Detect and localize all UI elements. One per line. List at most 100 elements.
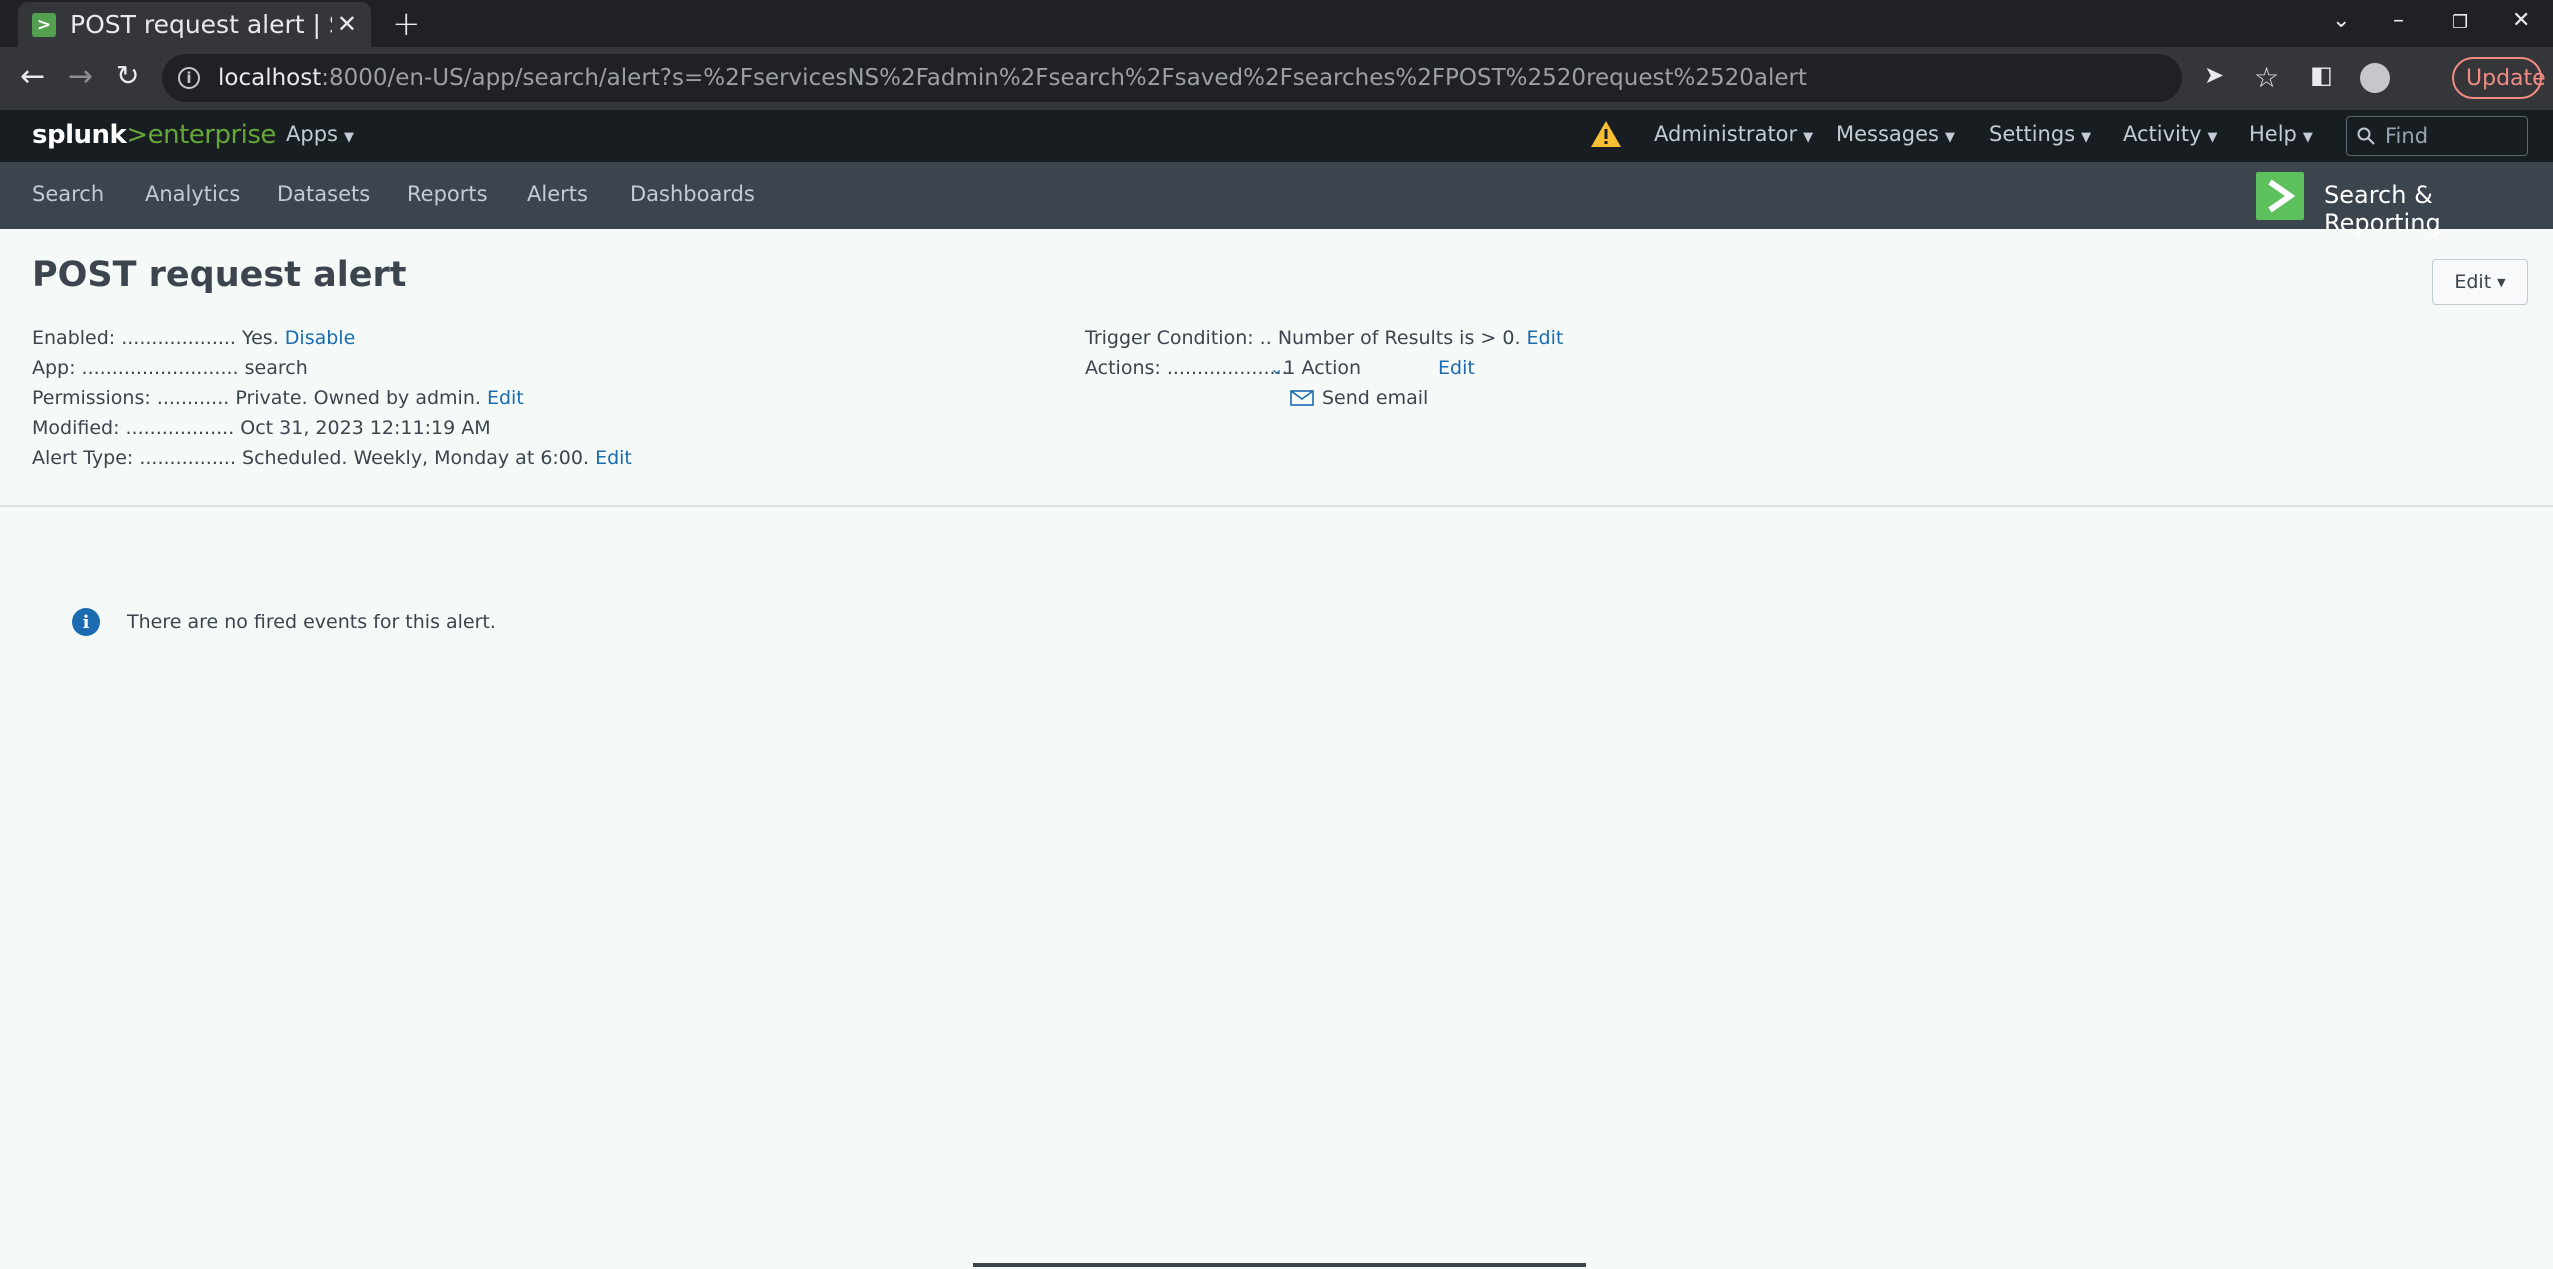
logo-chevron-icon: > (126, 120, 148, 150)
caret-down-icon: ▼ (1944, 130, 1955, 145)
enabled-row: Enabled: ................... Yes. Disabl… (32, 327, 355, 349)
splunk-header: splunk>enterprise Apps ▼ Administrator ▼ M… (0, 110, 2553, 162)
settings-label: Settings (1989, 122, 2076, 146)
logo-enterprise: enterprise (147, 120, 277, 150)
messages-label: Messages (1836, 122, 1939, 146)
find-placeholder: Find (2385, 124, 2429, 148)
caret-down-icon: ▼ (2207, 130, 2218, 145)
reload-icon[interactable]: ↻ (116, 59, 139, 92)
nav-datasets[interactable]: Datasets (277, 182, 370, 206)
no-events-message: There are no fired events for this alert… (127, 611, 496, 633)
administrator-label: Administrator (1654, 122, 1798, 146)
close-tab-icon[interactable]: ✕ (337, 10, 357, 38)
actions-edit-link[interactable]: Edit (1438, 357, 1475, 379)
actions-edit-row: Edit (1438, 357, 1475, 379)
url-host: localhost (218, 65, 322, 91)
permissions-label: Permissions: ............ (32, 387, 230, 409)
caret-down-icon: ▼ (1803, 130, 1814, 145)
permissions-edit-link[interactable]: Edit (487, 387, 524, 409)
app-row: App: .......................... search (32, 357, 308, 379)
app-name[interactable]: Search & Reporting (2324, 181, 2553, 237)
nav-alerts[interactable]: Alerts (527, 182, 588, 206)
chevron-down-icon: ⌄ (1270, 359, 1284, 378)
find-input[interactable]: Find (2346, 116, 2528, 156)
modified-row: Modified: .................. Oct 31, 202… (32, 417, 491, 439)
caret-down-icon: ▼ (2081, 130, 2092, 145)
app-value: search (244, 357, 308, 379)
nav-dashboards[interactable]: Dashboards (630, 182, 755, 206)
browser-tab[interactable]: > POST request alert | Splunk ✕ (18, 2, 371, 47)
trigger-label: Trigger Condition: .. (1085, 327, 1272, 349)
info-icon: i (72, 608, 100, 636)
messages-menu[interactable]: Messages ▼ (1836, 122, 1955, 146)
tab-title: POST request alert | Splunk (70, 10, 332, 39)
caret-down-icon: ▼ (2497, 275, 2506, 289)
app-logo-icon (2256, 172, 2304, 220)
apps-menu[interactable]: Apps ▼ (286, 122, 354, 146)
splunk-favicon-icon: > (32, 12, 56, 37)
alert-type-row: Alert Type: ................ Scheduled. … (32, 447, 632, 469)
trigger-edit-link[interactable]: Edit (1527, 327, 1564, 349)
action-send-email: Send email (1322, 387, 1429, 409)
send-icon[interactable]: ➤ (2204, 61, 2224, 89)
app-label: App: .......................... (32, 357, 239, 379)
url-field[interactable]: i localhost:8000/en-US/app/search/alert?… (162, 54, 2182, 102)
help-label: Help (2249, 122, 2297, 146)
permissions-value: Private. Owned by admin. (235, 387, 481, 409)
search-icon (2357, 127, 2375, 145)
enabled-value: Yes. (242, 327, 279, 349)
warning-icon[interactable] (1590, 119, 1622, 149)
site-info-icon[interactable]: i (178, 67, 200, 89)
help-menu[interactable]: Help ▼ (2249, 122, 2313, 146)
edit-label: Edit (2454, 271, 2492, 293)
forward-icon[interactable]: → (68, 59, 93, 94)
alert-type-label: Alert Type: ................ (32, 447, 236, 469)
administrator-menu[interactable]: Administrator ▼ (1654, 122, 1813, 146)
email-icon (1290, 390, 1314, 406)
new-tab-icon[interactable]: + (392, 4, 421, 44)
nav-search[interactable]: Search (32, 182, 104, 206)
update-label: Update (2466, 65, 2546, 91)
update-button[interactable]: Update ⋮ (2452, 57, 2546, 99)
browser-tab-bar: > POST request alert | Splunk ✕ + ⌄ – ❐ … (0, 0, 2553, 47)
url-path: :8000/en-US/app/search/alert?s=%2Fservic… (321, 65, 1807, 91)
nav-reports[interactable]: Reports (407, 182, 488, 206)
app-nav-bar: Search Analytics Datasets Reports Alerts… (0, 162, 2553, 237)
modified-label: Modified: .................. (32, 417, 235, 439)
bookmark-star-icon[interactable]: ☆ (2254, 61, 2279, 94)
apps-label: Apps (286, 122, 338, 146)
logo-splunk: splunk (32, 120, 127, 150)
permissions-row: Permissions: ............ Private. Owned… (32, 387, 524, 409)
nav-analytics[interactable]: Analytics (145, 182, 240, 206)
settings-menu[interactable]: Settings ▼ (1989, 122, 2091, 146)
edit-dropdown-button[interactable]: Edit ▼ (2432, 259, 2528, 305)
profile-avatar-icon[interactable] (2360, 63, 2390, 93)
window-close-icon[interactable]: ✕ (2512, 8, 2530, 33)
back-icon[interactable]: ← (20, 59, 45, 94)
caret-down-icon: ▼ (2302, 130, 2313, 145)
side-panel-icon[interactable]: ◧ (2310, 61, 2333, 89)
section-divider (0, 505, 2553, 507)
disable-link[interactable]: Disable (285, 327, 355, 349)
horizontal-scrollbar[interactable] (973, 1263, 1586, 1267)
actions-label: Actions: .................... (1085, 357, 1288, 379)
splunk-logo[interactable]: splunk>enterprise (32, 120, 276, 150)
tab-search-icon[interactable]: ⌄ (2332, 8, 2350, 33)
actions-toggle[interactable]: ⌄1 Action (1270, 357, 1361, 379)
restore-icon[interactable]: ❐ (2452, 12, 2468, 33)
trigger-value: Number of Results is > 0. (1277, 327, 1521, 349)
page-title: POST request alert (32, 255, 407, 295)
minimize-icon[interactable]: – (2393, 8, 2404, 33)
modified-value: Oct 31, 2023 12:11:19 AM (240, 417, 491, 439)
caret-down-icon: ▼ (343, 130, 354, 145)
trigger-row: Trigger Condition: .. Number of Results … (1085, 327, 1563, 349)
action-item: Send email (1290, 387, 1428, 409)
alert-type-value: Scheduled. Weekly, Monday at 6:00. (242, 447, 590, 469)
enabled-label: Enabled: ................... (32, 327, 236, 349)
browser-address-bar: ← → ↻ i localhost:8000/en-US/app/search/… (0, 47, 2553, 110)
alert-type-edit-link[interactable]: Edit (595, 447, 632, 469)
actions-row: Actions: .................... (1085, 357, 1288, 379)
actions-value: 1 Action (1283, 357, 1362, 379)
activity-menu[interactable]: Activity ▼ (2123, 122, 2218, 146)
activity-label: Activity (2123, 122, 2202, 146)
